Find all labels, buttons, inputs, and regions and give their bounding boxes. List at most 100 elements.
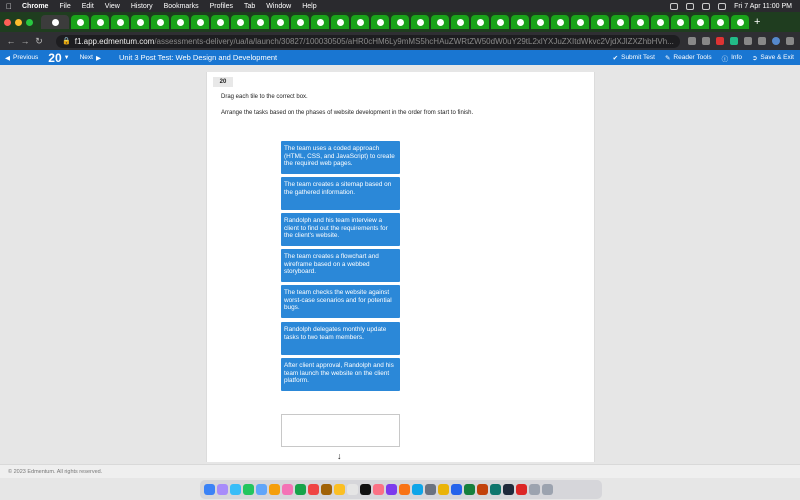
tab[interactable] [211,15,229,29]
tab[interactable] [191,15,209,29]
tab[interactable] [91,15,109,29]
tab[interactable] [171,15,189,29]
menu-window[interactable]: Window [266,3,291,10]
tab[interactable] [431,15,449,29]
clock[interactable]: Fri 7 Apr 11:00 PM [734,3,792,10]
tab[interactable] [391,15,409,29]
tab[interactable] [371,15,389,29]
podcasts-icon[interactable] [386,484,397,495]
wifi-icon[interactable] [686,2,695,10]
tab[interactable] [691,15,709,29]
calendar-icon[interactable] [308,484,319,495]
tab[interactable] [711,15,729,29]
lock-icon[interactable]: 🔒 [62,37,71,45]
word-icon[interactable] [451,484,462,495]
tab[interactable] [131,15,149,29]
drag-tile[interactable]: The team creates a flowchart and wirefra… [281,249,400,282]
finder-icon[interactable] [204,484,215,495]
control-center-icon[interactable] [718,2,727,10]
bookmark-star-icon[interactable] [702,37,710,45]
mail-icon[interactable] [256,484,267,495]
reload-icon[interactable]: ↻ [34,36,44,47]
share-icon[interactable] [688,37,696,45]
tab[interactable] [551,15,569,29]
tab[interactable] [331,15,349,29]
drag-tile[interactable]: After client approval, Randolph and his … [281,358,400,391]
news-icon[interactable] [399,484,410,495]
new-tab-button[interactable]: + [754,16,760,28]
tab[interactable] [271,15,289,29]
trash-icon[interactable] [542,484,553,495]
facetime-icon[interactable] [295,484,306,495]
submit-test-button[interactable]: ✔ Submit Test [613,54,655,62]
tab[interactable] [311,15,329,29]
tab-active[interactable] [41,15,69,29]
next-button[interactable]: Next ▶ [80,54,101,62]
downloads-icon[interactable] [529,484,540,495]
sidebar-icon[interactable] [758,37,766,45]
app-icon[interactable] [516,484,527,495]
maximize-window-icon[interactable] [26,18,33,26]
menu-help[interactable]: Help [302,3,316,10]
tab[interactable] [351,15,369,29]
back-icon[interactable]: ← [6,36,16,46]
reader-tools-button[interactable]: ✎ Reader Tools [665,54,712,62]
tab[interactable] [111,15,129,29]
tab[interactable] [591,15,609,29]
tv-icon[interactable] [360,484,371,495]
maps-icon[interactable] [269,484,280,495]
tab[interactable] [611,15,629,29]
extension-icon[interactable] [730,37,738,45]
drag-tile[interactable]: The team uses a coded approach (HTML, CS… [281,141,400,174]
safari-icon[interactable] [230,484,241,495]
app-icon[interactable] [490,484,501,495]
drag-tile[interactable]: Randolph delegates monthly update tasks … [281,322,400,355]
address-bar[interactable]: 🔒 f1.app.edmentum.com/assessments-delive… [56,34,680,48]
tab[interactable] [571,15,589,29]
powerpoint-icon[interactable] [477,484,488,495]
question-selector[interactable]: 20 ▼ [48,51,69,65]
tab[interactable] [471,15,489,29]
previous-button[interactable]: ◀ Previous [5,54,38,62]
drop-box[interactable] [281,414,400,447]
chrome-icon[interactable] [438,484,449,495]
search-icon[interactable] [702,2,711,10]
tab[interactable] [731,15,749,29]
close-window-icon[interactable] [4,18,11,26]
settings-icon[interactable] [425,484,436,495]
tab[interactable] [451,15,469,29]
menu-profiles[interactable]: Profiles [210,3,233,10]
tab[interactable] [651,15,669,29]
tab[interactable] [511,15,529,29]
tab[interactable] [71,15,89,29]
photos-icon[interactable] [282,484,293,495]
menu-view[interactable]: View [105,3,120,10]
tab[interactable] [411,15,429,29]
extension-icon[interactable] [716,37,724,45]
battery-icon[interactable] [670,2,679,10]
music-icon[interactable] [373,484,384,495]
menu-file[interactable]: File [59,3,70,10]
apple-icon[interactable]:  [6,2,14,11]
launchpad-icon[interactable] [217,484,228,495]
puzzle-icon[interactable] [744,37,752,45]
drag-tile[interactable]: Randolph and his team interview a client… [281,213,400,246]
app-store-icon[interactable] [412,484,423,495]
notes-icon[interactable] [334,484,345,495]
tab[interactable] [631,15,649,29]
messages-icon[interactable] [243,484,254,495]
tab[interactable] [151,15,169,29]
drag-tile[interactable]: The team checks the website against wors… [281,285,400,318]
tab[interactable] [531,15,549,29]
profile-avatar[interactable] [772,37,780,45]
menu-app-name[interactable]: Chrome [22,3,48,10]
tab[interactable] [231,15,249,29]
drag-tile[interactable]: The team creates a sitemap based on the … [281,177,400,210]
tab[interactable] [251,15,269,29]
save-exit-button[interactable]: ➲ Save & Exit [752,54,794,62]
contacts-icon[interactable] [321,484,332,495]
forward-icon[interactable]: → [20,36,30,46]
menu-tab[interactable]: Tab [244,3,255,10]
excel-icon[interactable] [464,484,475,495]
more-menu-icon[interactable] [786,37,794,45]
